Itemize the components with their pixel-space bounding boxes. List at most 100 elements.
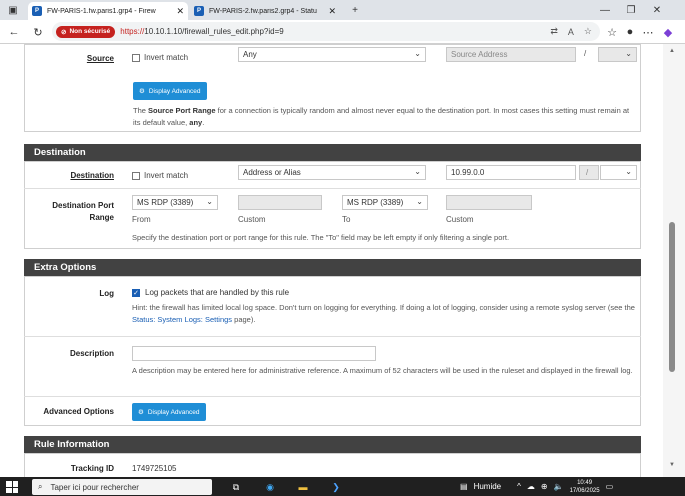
copilot-icon[interactable]: ◆	[660, 24, 676, 40]
cidr-slash: /	[586, 168, 589, 177]
help-bold: Source Port Range	[148, 106, 216, 115]
log-checkbox-checked-icon[interactable]: ✓	[132, 288, 140, 297]
tab-title: FW-PARIS-1.fw.paris1.grp4 - Firew	[47, 7, 156, 15]
invert-match-checkbox[interactable]	[132, 53, 140, 62]
notifications-icon[interactable]: ▭	[606, 482, 614, 491]
description-input[interactable]	[132, 346, 376, 361]
invert-match-checkbox[interactable]	[132, 171, 140, 180]
port-from-custom-input[interactable]	[238, 195, 322, 210]
powershell-icon[interactable]: ❯	[328, 479, 344, 495]
invert-match-label: Invert match	[144, 171, 189, 180]
destination-type-select[interactable]: Address or Alias ⌄	[238, 165, 426, 180]
weather-label[interactable]: Humide	[474, 482, 502, 491]
description-help: A description may be entered here for ad…	[132, 366, 633, 375]
scroll-up-icon[interactable]: ▲	[669, 48, 675, 54]
log-option[interactable]: ✓ Log packets that are handled by this r…	[132, 288, 289, 297]
close-window-icon[interactable]: ✕	[644, 0, 670, 20]
custom-label-from: Custom	[238, 215, 266, 224]
read-aloud-icon[interactable]: A	[568, 27, 574, 37]
url-path: 10.10.1.10/firewall_rules_edit.php?id=9	[144, 27, 284, 36]
browser-nav-bar: ← ↻ ⊘ Non sécurisé https:// 10.10.1.10/f…	[0, 20, 685, 44]
url-scheme: https://	[120, 27, 145, 36]
rule-information-heading: Rule Information	[24, 436, 641, 453]
chevron-down-icon: ⌄	[625, 49, 632, 58]
network-icon[interactable]: ⊕	[541, 482, 548, 491]
back-icon[interactable]: ←	[6, 24, 22, 40]
tracking-row: Tracking ID 1749725105	[24, 453, 641, 477]
translate-icon[interactable]: ⇄	[550, 26, 558, 37]
page-content: Source Invert match Any ⌄ Source Address…	[0, 44, 663, 477]
minimize-icon[interactable]: —	[592, 0, 618, 20]
taskbar-search-box[interactable]: ⌕ Taper ici pour rechercher	[32, 479, 212, 495]
port-to-custom-input[interactable]	[446, 195, 532, 210]
help-pre: The	[133, 106, 149, 115]
to-label: To	[342, 215, 351, 224]
system-tray: ▤ Humide ^ ☁ ⊕ 🔈 10:49 17/06/2025 ▭	[460, 477, 613, 496]
source-display-advanced-button[interactable]: ⚙ Display Advanced	[133, 82, 207, 100]
source-invert-match[interactable]: Invert match	[132, 53, 188, 62]
description-label: Description	[69, 349, 114, 358]
source-label: Source	[86, 54, 114, 63]
clock-date: 17/06/2025	[569, 487, 600, 494]
log-checkbox-label: Log packets that are handled by this rul…	[145, 288, 290, 297]
custom-label-to: Custom	[446, 215, 474, 224]
help-end: .	[202, 118, 205, 127]
task-view-icon[interactable]: ⧉	[228, 479, 244, 495]
display-advanced-label: Display Advanced	[147, 408, 200, 416]
port-label-line1: Destination Port	[52, 201, 114, 210]
reload-icon[interactable]: ↻	[30, 24, 46, 40]
log-help: Hint: the firewall has limited local log…	[132, 302, 637, 326]
tracking-id-label: Tracking ID	[70, 464, 114, 473]
edge-browser-icon[interactable]: ◉	[262, 479, 278, 495]
tab-fw-paris-1[interactable]: P FW-PARIS-1.fw.paris1.grp4 - Firew ✕	[28, 2, 188, 20]
tab-fw-paris-2[interactable]: P FW-PARIS-2.fw.paris2.grp4 - Statu ✕	[190, 2, 340, 20]
advanced-options-label: Advanced Options	[43, 407, 114, 416]
close-tab-icon[interactable]: ✕	[176, 6, 184, 17]
log-help-text: Hint: the firewall has limited local log…	[132, 303, 635, 312]
scrollbar-thumb[interactable]	[669, 222, 675, 372]
pfsense-favicon-icon: P	[194, 6, 204, 16]
close-tab-icon[interactable]: ✕	[328, 6, 336, 17]
file-explorer-icon[interactable]: ▬	[295, 479, 311, 495]
warning-icon: ⊘	[61, 28, 67, 36]
chevron-down-icon: ⌄	[414, 167, 421, 176]
tab-title: FW-PARIS-2.fw.paris2.grp4 - Statu	[209, 7, 317, 15]
not-secure-badge[interactable]: ⊘ Non sécurisé	[56, 25, 116, 38]
description-row: Description A description may be entered…	[24, 336, 641, 396]
source-mask-select[interactable]: ⌄	[598, 47, 637, 62]
profile-avatar-icon[interactable]: ●	[622, 24, 638, 40]
restore-icon[interactable]: ❐	[618, 0, 644, 20]
source-address-input[interactable]: Source Address	[446, 47, 576, 62]
source-type-select[interactable]: Any ⌄	[238, 47, 426, 62]
favorite-star-icon[interactable]: ☆	[584, 26, 592, 37]
windows-start-icon[interactable]	[6, 481, 18, 493]
page-scrollbar[interactable]: ▲ ▼	[663, 44, 685, 477]
source-row: Source Invert match Any ⌄ Source Address…	[24, 44, 641, 74]
port-from-select[interactable]: MS RDP (3389) ⌄	[132, 195, 218, 210]
chevron-down-icon: ⌄	[206, 197, 213, 206]
system-logs-settings-link[interactable]: Status: System Logs: Settings	[132, 315, 232, 324]
destination-address-input[interactable]: 10.99.0.0	[446, 165, 576, 180]
log-row: Log ✓ Log packets that are handled by th…	[24, 276, 641, 336]
advanced-display-advanced-button[interactable]: ⚙ Display Advanced	[132, 403, 206, 421]
invert-match-label: Invert match	[144, 53, 189, 62]
port-label-line2: Range	[89, 213, 114, 222]
onedrive-icon[interactable]: ☁	[527, 482, 535, 491]
port-to-select[interactable]: MS RDP (3389) ⌄	[342, 195, 428, 210]
more-menu-icon[interactable]: ⋯	[640, 24, 656, 40]
address-bar[interactable]: ⊘ Non sécurisé https:// 10.10.1.10/firew…	[52, 22, 600, 41]
tray-chevron-icon[interactable]: ^	[517, 482, 521, 491]
new-tab-button[interactable]: +	[342, 0, 368, 20]
destination-mask-select[interactable]: ⌄	[600, 165, 637, 180]
destination-invert-match[interactable]: Invert match	[132, 171, 188, 180]
tab-actions-icon[interactable]: ▣	[0, 0, 26, 20]
reading-list-icon[interactable]: ☆	[604, 24, 620, 40]
scroll-down-icon[interactable]: ▼	[669, 462, 675, 468]
pfsense-favicon-icon: P	[32, 6, 42, 16]
destination-type-value: Address or Alias	[243, 168, 301, 177]
chevron-down-icon: ⌄	[625, 167, 632, 176]
volume-icon[interactable]: 🔈	[554, 482, 564, 491]
taskbar-clock[interactable]: 10:49 17/06/2025	[570, 479, 600, 495]
weather-icon[interactable]: ▤	[460, 482, 468, 491]
destination-row: Destination Invert match Address or Alia…	[24, 161, 641, 188]
